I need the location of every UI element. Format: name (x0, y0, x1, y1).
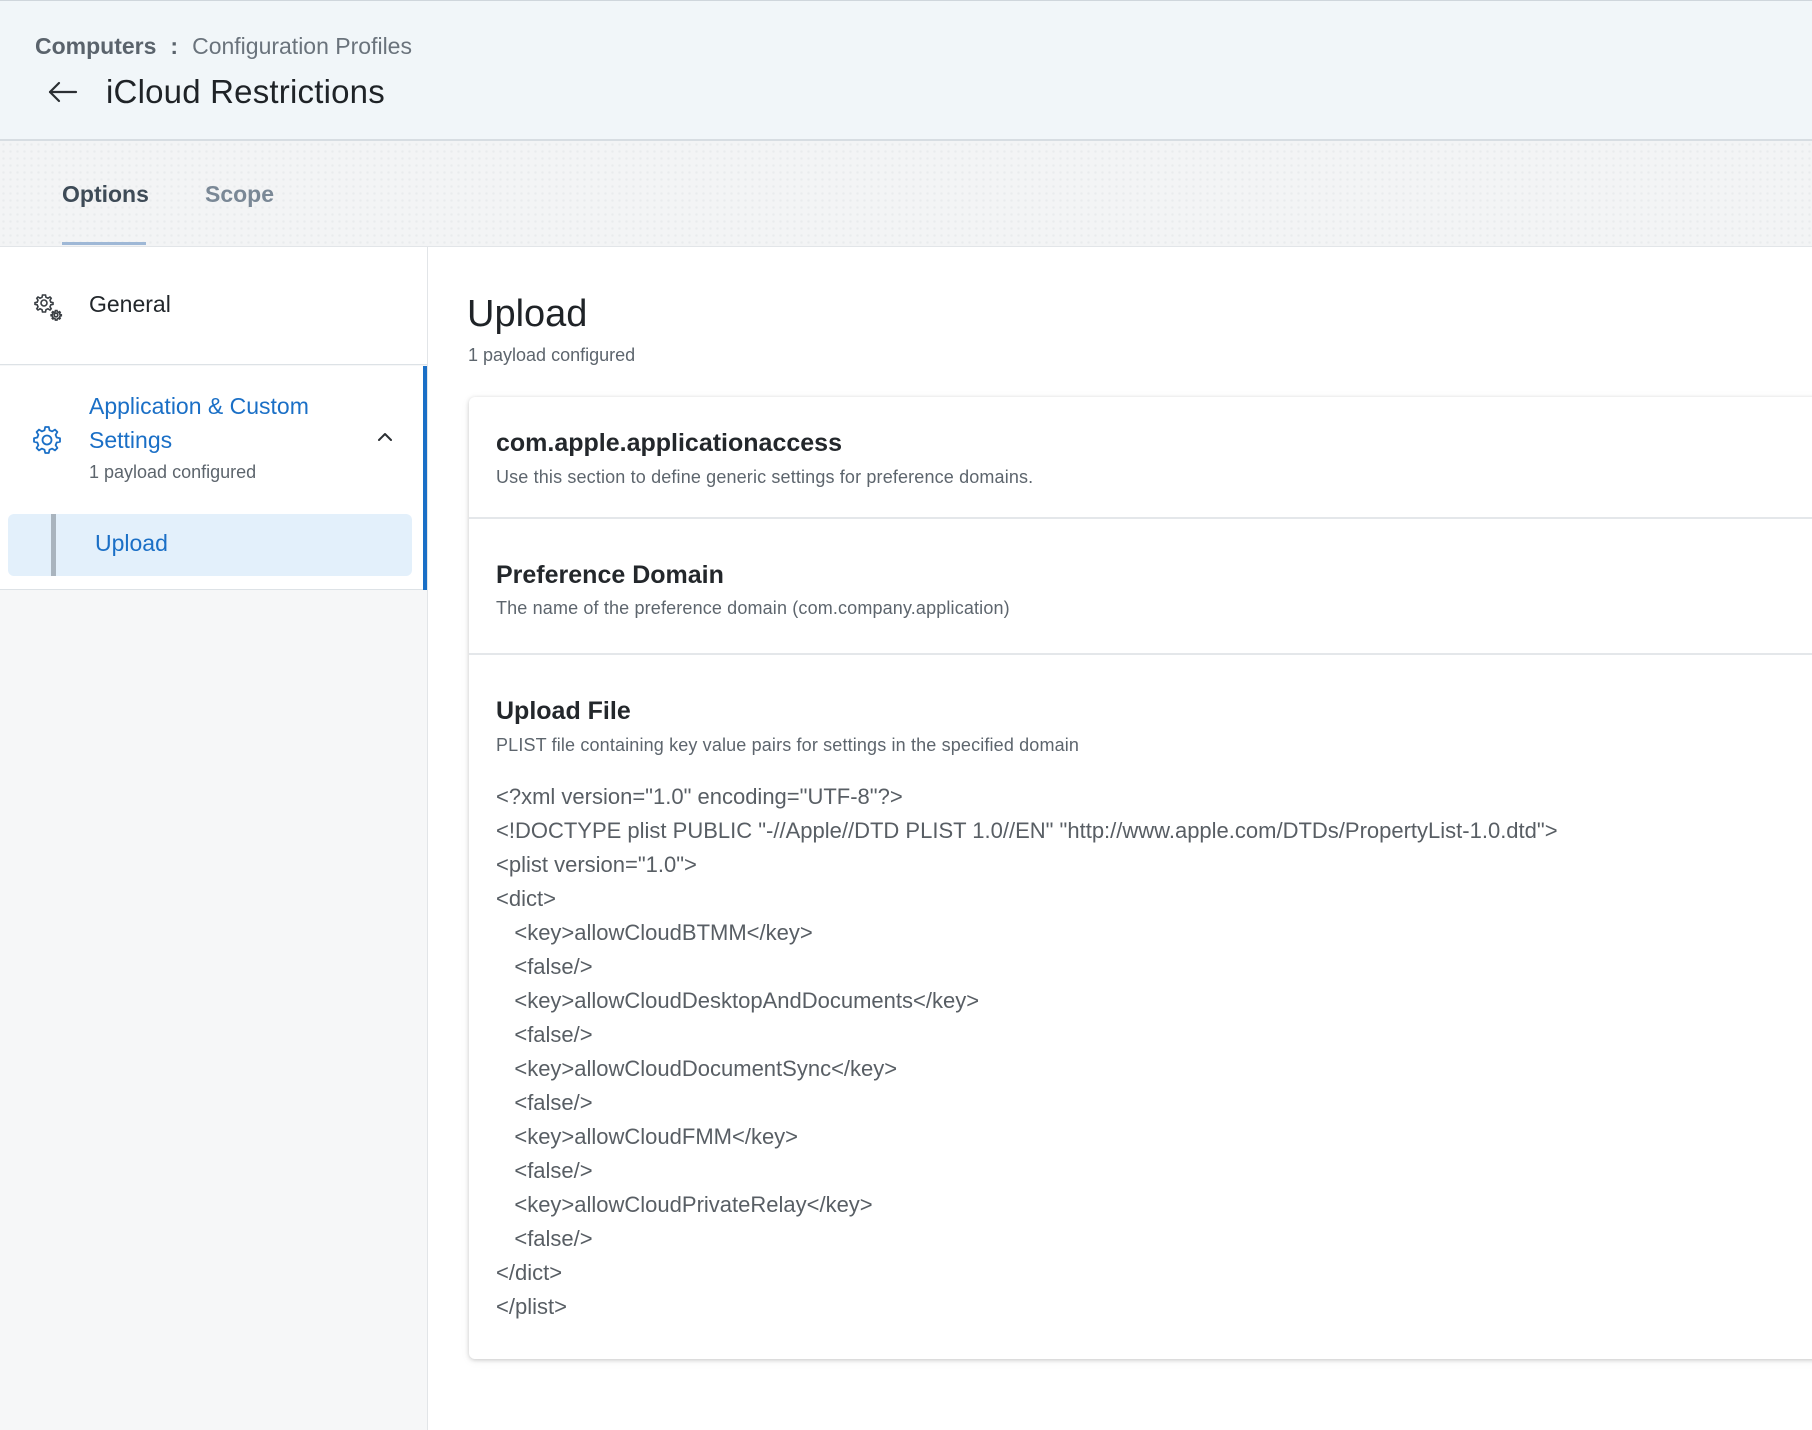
main-content: Upload 1 payload configured com.apple.ap… (428, 247, 1812, 1430)
arrow-left-icon[interactable] (46, 75, 80, 109)
gears-icon (34, 294, 63, 321)
page-header: Computers : Configuration Profiles iClou… (0, 0, 1812, 141)
section-title: Upload (467, 293, 588, 335)
page-title: iCloud Restrictions (106, 73, 385, 110)
upload-file-title: Upload File (496, 697, 631, 725)
tab-scope[interactable]: Scope (205, 181, 274, 208)
sidebar-item-application-custom-settings-label: Application & Custom Settings (89, 393, 309, 453)
sidebar-section-application-custom-settings: Application & Custom Settings 1 payload … (0, 366, 427, 590)
active-section-indicator (423, 366, 427, 590)
payload-domain-section: com.apple.applicationaccess Use this sec… (469, 397, 1812, 519)
preference-domain-title: Preference Domain (496, 561, 724, 589)
sub-item-indicator (51, 514, 56, 576)
breadcrumb-configuration-profiles[interactable]: Configuration Profiles (192, 33, 412, 60)
payload-card: com.apple.applicationaccess Use this sec… (469, 397, 1812, 1359)
upload-file-description: PLIST file containing key value pairs fo… (496, 735, 1080, 755)
sidebar: General Application & Custom Settings 1 … (0, 247, 428, 1430)
breadcrumb-computers[interactable]: Computers (35, 33, 156, 60)
sidebar-item-application-custom-settings[interactable]: Application & Custom Settings 1 payload … (0, 366, 423, 496)
tab-options[interactable]: Options (62, 181, 149, 208)
breadcrumb-separator: : (170, 33, 179, 59)
active-tab-underline (62, 242, 146, 245)
section-payload-count: 1 payload configured (468, 345, 636, 365)
sidebar-item-general[interactable]: General (0, 247, 427, 365)
sidebar-item-upload[interactable]: Upload (8, 514, 412, 576)
sidebar-item-general-label: General (89, 291, 171, 317)
sidebar-item-upload-label: Upload (95, 530, 168, 556)
gear-icon (33, 426, 61, 454)
sidebar-payload-count: 1 payload configured (89, 462, 257, 482)
plist-file-content: <?xml version="1.0" encoding="UTF-8"?> <… (496, 784, 1558, 1319)
preference-domain-description: The name of the preference domain (com.c… (496, 598, 1010, 618)
payload-domain-title: com.apple.applicationaccess (496, 429, 842, 457)
chevron-up-icon[interactable] (374, 426, 396, 448)
payload-domain-description: Use this section to define generic setti… (496, 467, 1034, 487)
title-row: iCloud Restrictions (46, 73, 385, 111)
tabs-bar: Options Scope (0, 141, 1812, 247)
preference-domain-section: Preference Domain The name of the prefer… (469, 519, 1812, 655)
breadcrumb: Computers : Configuration Profiles (35, 33, 412, 60)
